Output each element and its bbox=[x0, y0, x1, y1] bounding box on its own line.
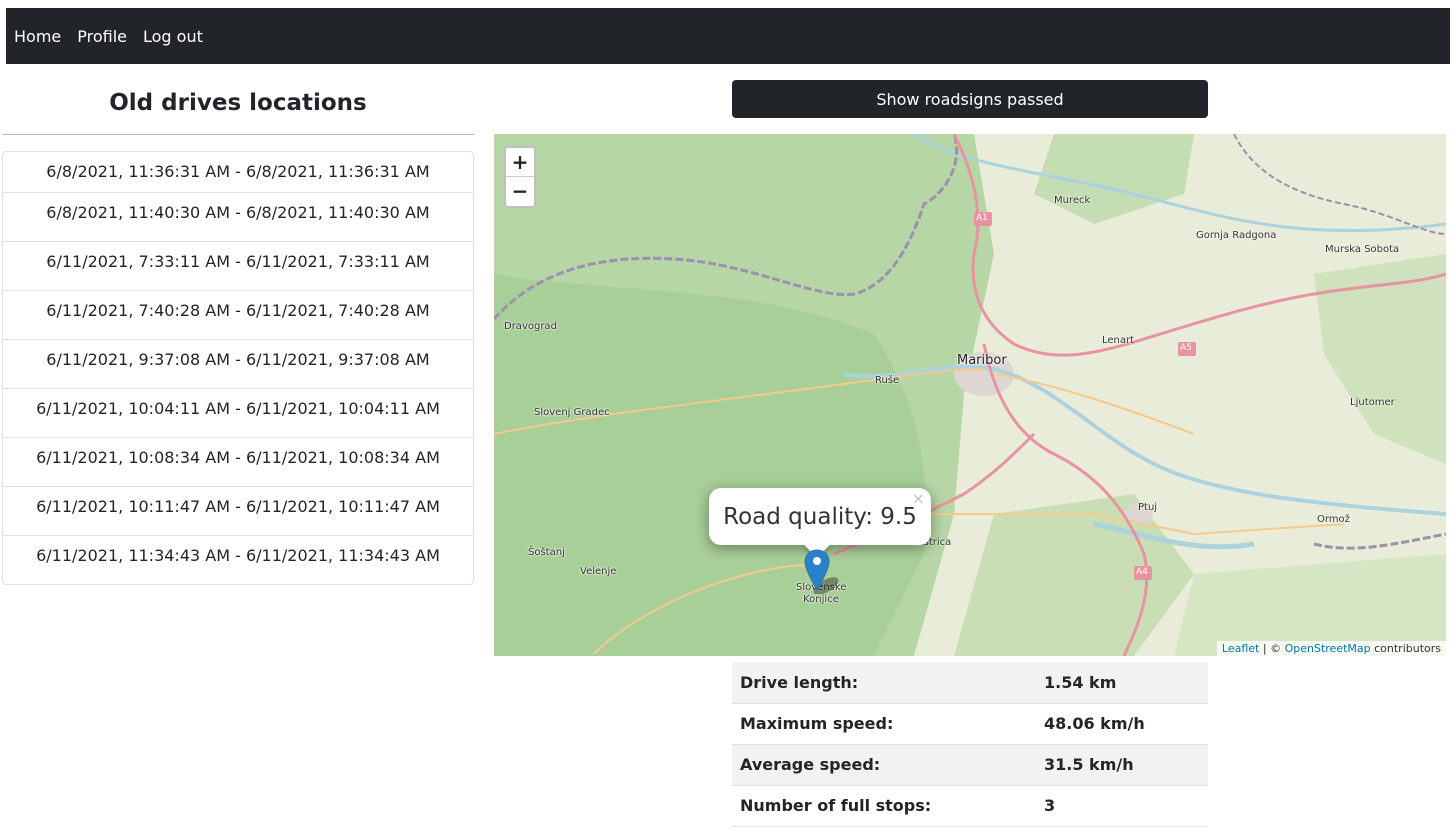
stat-value: 1.54 km bbox=[1036, 662, 1208, 704]
road-label-a4: A4 bbox=[1136, 567, 1148, 577]
drive-item[interactable]: 6/11/2021, 9:37:08 AM - 6/11/2021, 9:37:… bbox=[3, 339, 473, 388]
place-lenart: Lenart bbox=[1102, 335, 1135, 346]
drive-stats-table: Drive length: 1.54 km Maximum speed: 48.… bbox=[732, 662, 1208, 827]
map-tiles bbox=[494, 134, 1446, 656]
place-ruse: Ruše bbox=[875, 375, 900, 386]
zoom-control: + − bbox=[504, 146, 536, 208]
nav-logout-link[interactable]: Log out bbox=[143, 27, 203, 46]
stat-value: 31.5 km/h bbox=[1036, 744, 1208, 786]
place-dravograd: Dravograd bbox=[504, 321, 557, 332]
drive-item[interactable]: 6/11/2021, 11:34:43 AM - 6/11/2021, 11:3… bbox=[3, 535, 473, 584]
place-ljutomer: Ljutomer bbox=[1350, 397, 1395, 408]
table-row: Drive length: 1.54 km bbox=[732, 662, 1208, 704]
leaflet-link[interactable]: Leaflet bbox=[1222, 642, 1259, 655]
drive-item[interactable]: 6/8/2021, 11:40:30 AM - 6/8/2021, 11:40:… bbox=[3, 192, 473, 241]
map[interactable]: A1 A5 A4 Mureck Gornja Radgona Murska So… bbox=[494, 134, 1446, 656]
sidebar-divider bbox=[2, 134, 474, 135]
place-velenje: Velenje bbox=[580, 566, 617, 577]
road-label-a5: A5 bbox=[1180, 343, 1192, 353]
place-gornja-radgona: Gornja Radgona bbox=[1196, 230, 1277, 241]
road-quality-popup: Road quality: 9.5 × bbox=[709, 488, 931, 558]
place-mureck: Mureck bbox=[1054, 195, 1091, 206]
stat-label: Average speed: bbox=[732, 744, 1036, 786]
sidebar-title: Old drives locations bbox=[109, 90, 367, 116]
table-row: Number of full stops: 3 bbox=[732, 785, 1208, 827]
drive-item[interactable]: 6/11/2021, 7:40:28 AM - 6/11/2021, 7:40:… bbox=[3, 290, 473, 339]
table-row: Average speed: 31.5 km/h bbox=[732, 744, 1208, 786]
place-murska-sobota: Murska Sobota bbox=[1325, 244, 1400, 255]
attribution-separator: | © bbox=[1259, 642, 1285, 655]
stat-label: Number of full stops: bbox=[732, 785, 1036, 827]
attribution-tail: contributors bbox=[1370, 642, 1441, 655]
map-attribution: Leaflet | © OpenStreetMap contributors bbox=[1216, 641, 1446, 656]
stat-label: Maximum speed: bbox=[732, 703, 1036, 745]
stat-label: Drive length: bbox=[732, 662, 1036, 704]
popup-close-button[interactable]: × bbox=[912, 489, 925, 508]
navbar: Home Profile Log out bbox=[6, 8, 1450, 64]
stat-value: 48.06 km/h bbox=[1036, 703, 1208, 745]
place-slovenj-gradec: Slovenj Gradec bbox=[534, 407, 610, 418]
openstreetmap-link[interactable]: OpenStreetMap bbox=[1285, 642, 1371, 655]
drive-item[interactable]: 6/11/2021, 7:33:11 AM - 6/11/2021, 7:33:… bbox=[3, 241, 473, 290]
drives-sidebar: Old drives locations 6/8/2021, 11:36:31 … bbox=[2, 80, 474, 585]
drive-item[interactable]: 6/11/2021, 10:08:34 AM - 6/11/2021, 10:0… bbox=[3, 437, 473, 486]
road-label-a1: A1 bbox=[976, 213, 988, 223]
drive-list: 6/8/2021, 11:36:31 AM - 6/8/2021, 11:36:… bbox=[2, 151, 474, 585]
stat-value: 3 bbox=[1036, 785, 1208, 827]
place-ptuj: Ptuj bbox=[1138, 502, 1158, 513]
map-marker-icon[interactable] bbox=[804, 548, 839, 595]
table-row: Maximum speed: 48.06 km/h bbox=[732, 703, 1208, 745]
drive-item[interactable]: 6/11/2021, 10:04:11 AM - 6/11/2021, 10:0… bbox=[3, 388, 473, 437]
nav-home-link[interactable]: Home bbox=[14, 27, 61, 46]
drive-item[interactable]: 6/11/2021, 10:11:47 AM - 6/11/2021, 10:1… bbox=[3, 486, 473, 535]
nav-profile-link[interactable]: Profile bbox=[77, 27, 127, 46]
show-roadsigns-button[interactable]: Show roadsigns passed bbox=[732, 80, 1208, 118]
place-ormoz: Ormož bbox=[1317, 514, 1350, 525]
zoom-in-button[interactable]: + bbox=[506, 148, 534, 177]
popup-text: Road quality: 9.5 bbox=[723, 503, 917, 530]
place-sostanj: Šoštanj bbox=[528, 547, 565, 558]
drive-item[interactable]: 6/8/2021, 11:36:31 AM - 6/8/2021, 11:36:… bbox=[3, 152, 473, 192]
place-maribor: Maribor bbox=[957, 353, 1007, 368]
zoom-out-button[interactable]: − bbox=[506, 177, 534, 206]
